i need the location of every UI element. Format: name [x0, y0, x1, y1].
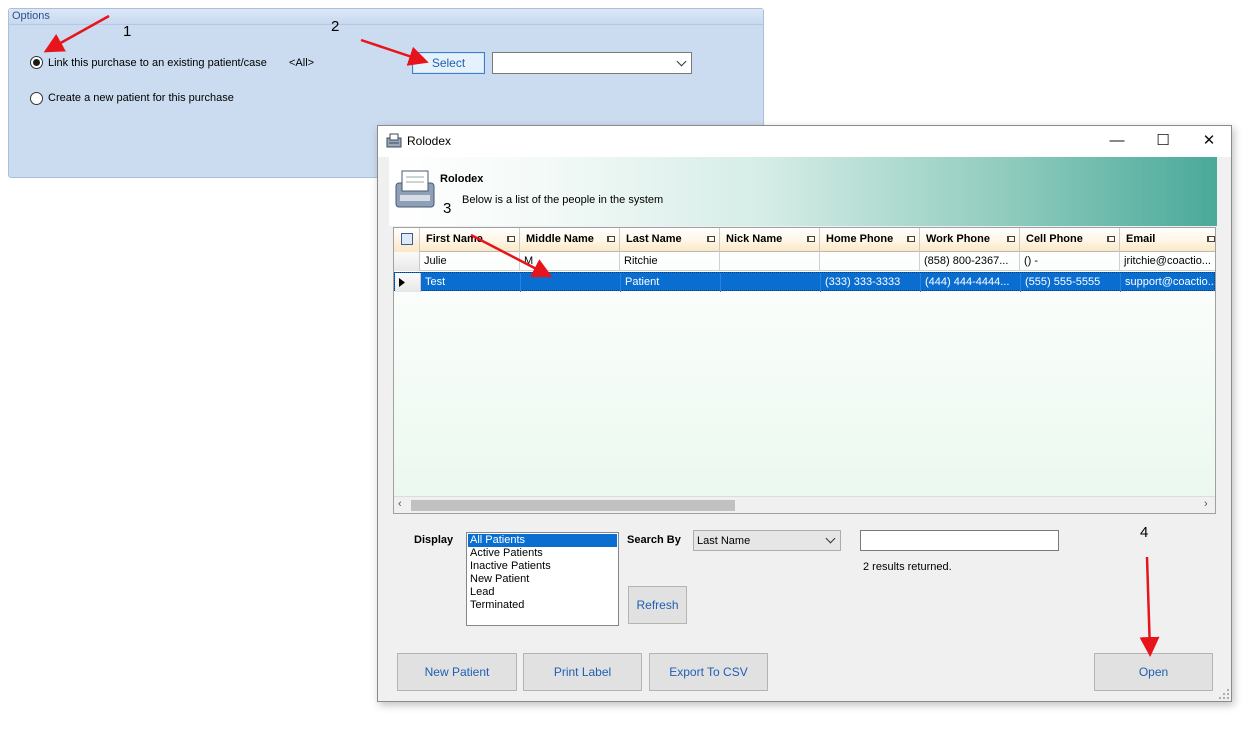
arrow-3: [470, 233, 553, 278]
annotation-arrows: [43, 14, 1160, 657]
arrow-4: [1139, 556, 1160, 657]
arrow-1: [43, 14, 110, 53]
arrow-2: [360, 38, 429, 66]
